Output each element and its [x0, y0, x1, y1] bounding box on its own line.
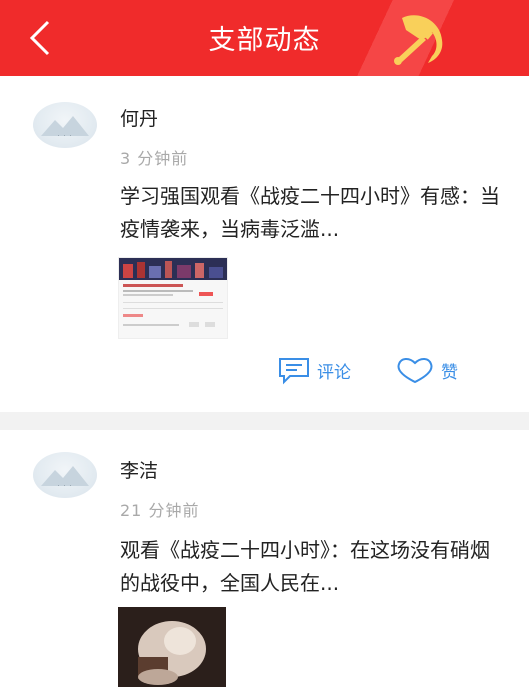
heart-icon — [397, 358, 433, 384]
post-text[interactable]: 观看《战疫二十四小时》：在这场没有硝烟的战役中，全国人民在... — [120, 534, 500, 600]
post-time: 21 分钟前 — [120, 501, 200, 520]
top-bar: 支部动态 — [0, 0, 529, 76]
like-button[interactable]: 赞 — [395, 355, 458, 385]
screenshot-thumbnail — [119, 258, 227, 327]
comment-icon — [279, 358, 309, 385]
post-card: · · · 何丹 3 分钟前 学习强国观看《战疫二十四小时》有感：当疫情袭来，当… — [0, 76, 529, 412]
party-emblem-icon — [394, 15, 443, 65]
post-time: 3 分钟前 — [120, 149, 189, 168]
post-image[interactable] — [118, 257, 228, 339]
comment-label: 评论 — [317, 362, 351, 383]
post-card: · · · 李洁 21 分钟前 观看《战疫二十四小时》：在这场没有硝烟的战役中，… — [0, 430, 529, 687]
feed-divider — [0, 412, 529, 430]
mountain-icon — [41, 466, 89, 486]
comment-button[interactable]: 评论 — [277, 355, 351, 385]
post-image[interactable] — [118, 607, 226, 687]
avatar-caption: · · · — [57, 483, 73, 490]
avatar[interactable]: · · · — [33, 102, 97, 148]
post-actions: 评论 赞 — [277, 355, 477, 389]
post-text[interactable]: 学习强国观看《战疫二十四小时》有感：当疫情袭来，当病毒泛滥... — [120, 180, 500, 246]
mountain-icon — [41, 116, 89, 136]
video-thumbnail — [118, 607, 226, 687]
like-label: 赞 — [441, 362, 458, 383]
avatar-caption: · · · — [57, 133, 73, 140]
avatar[interactable]: · · · — [33, 452, 97, 498]
author-name[interactable]: 何丹 — [120, 104, 158, 131]
author-name[interactable]: 李洁 — [120, 456, 158, 483]
